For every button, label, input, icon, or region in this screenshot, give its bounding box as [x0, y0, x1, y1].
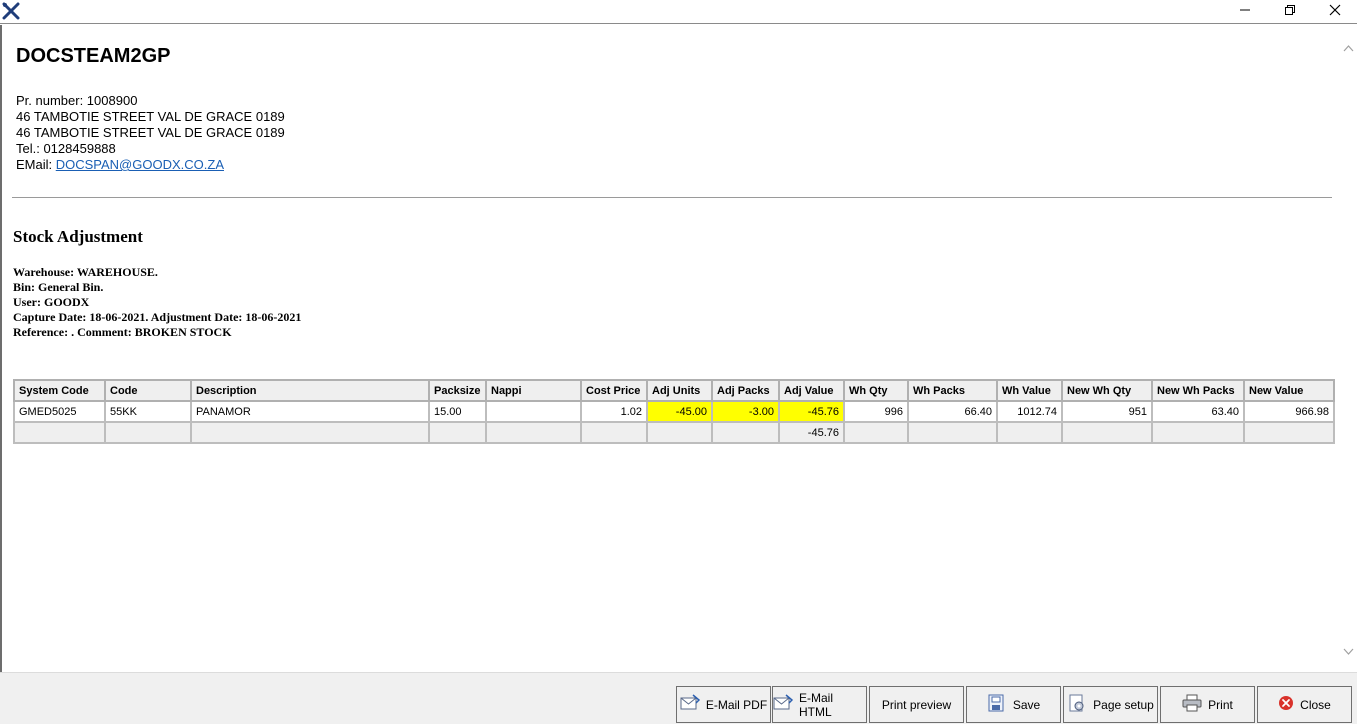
- bottom-toolbar: E-Mail PDF E-Mail HTML Print preview Sav…: [0, 672, 1357, 724]
- total-cell: [580, 421, 648, 444]
- table-cell: GMED5025: [13, 400, 106, 423]
- page-setup-icon: [1067, 694, 1087, 715]
- printer-icon: [1182, 694, 1202, 715]
- print-preview-button[interactable]: Print preview: [869, 686, 964, 723]
- table-cell: 966.98: [1243, 400, 1335, 423]
- table-totals-row: -45.76: [13, 421, 1335, 444]
- restore-icon: [1284, 3, 1296, 21]
- email-html-label: E-Mail HTML: [799, 690, 834, 719]
- total-cell: [190, 421, 430, 444]
- practice-number: Pr. number: 1008900: [16, 93, 138, 108]
- total-cell: [1243, 421, 1335, 444]
- table-cell: [485, 400, 582, 423]
- save-button[interactable]: Save: [966, 686, 1061, 723]
- total-cell: [996, 421, 1063, 444]
- table-cell: PANAMOR: [190, 400, 430, 423]
- print-preview-label: Print preview: [881, 697, 952, 712]
- total-cell: [104, 421, 192, 444]
- email-pdf-button[interactable]: E-Mail PDF: [676, 686, 771, 723]
- email-icon: [680, 694, 700, 715]
- address-line-2: 46 TAMBOTIE STREET VAL DE GRACE 0189: [16, 125, 285, 140]
- email-label: EMail:: [16, 157, 56, 172]
- table-header-row: System Code Code Description Packsize Na…: [13, 379, 1335, 402]
- col-header: Code: [104, 379, 192, 402]
- email-pdf-label: E-Mail PDF: [705, 697, 768, 712]
- page-setup-button[interactable]: Page setup: [1063, 686, 1158, 723]
- reference-info: Reference: . Comment: BROKEN STOCK: [13, 325, 232, 339]
- adjustment-table: System Code Code Description Packsize Na…: [13, 379, 1335, 444]
- col-header: New Value: [1243, 379, 1335, 402]
- email-html-button[interactable]: E-Mail HTML: [772, 686, 867, 723]
- col-header: Adj Value: [778, 379, 845, 402]
- user-info: User: GOODX: [13, 295, 90, 309]
- col-header: Description: [190, 379, 430, 402]
- col-header: Nappi: [485, 379, 582, 402]
- total-cell: [907, 421, 998, 444]
- table-cell-highlighted: -3.00: [711, 400, 780, 423]
- total-cell: [1061, 421, 1153, 444]
- report-title: Stock Adjustment: [13, 227, 143, 246]
- minimize-button[interactable]: [1222, 0, 1267, 23]
- col-header: Wh Qty: [843, 379, 909, 402]
- col-header: Packsize: [428, 379, 487, 402]
- col-header: New Wh Qty: [1061, 379, 1153, 402]
- col-header: System Code: [13, 379, 106, 402]
- close-button[interactable]: Close: [1257, 686, 1352, 723]
- page-setup-label: Page setup: [1093, 697, 1154, 712]
- header-divider: [12, 197, 1332, 198]
- table-row: GMED5025 55KK PANAMOR 15.00 1.02 -45.00 …: [13, 400, 1335, 423]
- close-label: Close: [1300, 697, 1331, 712]
- table-cell-highlighted: -45.00: [646, 400, 713, 423]
- table-cell: 996: [843, 400, 909, 423]
- save-icon: [987, 694, 1007, 715]
- col-header: New Wh Packs: [1151, 379, 1245, 402]
- col-header: Cost Price: [580, 379, 648, 402]
- table-cell: 15.00: [428, 400, 487, 423]
- total-cell: [428, 421, 487, 444]
- table-cell-highlighted: -45.76: [778, 400, 845, 423]
- crossed-tools-icon: [2, 2, 20, 20]
- chevron-up-icon[interactable]: [1343, 39, 1354, 57]
- table-cell: 63.40: [1151, 400, 1245, 423]
- print-button[interactable]: Print: [1160, 686, 1255, 723]
- email-icon: [773, 694, 794, 715]
- col-header: Adj Units: [646, 379, 713, 402]
- total-cell: [485, 421, 582, 444]
- close-circle-icon: [1278, 695, 1294, 714]
- total-cell: [711, 421, 780, 444]
- table-cell: 55KK: [104, 400, 192, 423]
- total-cell: [13, 421, 106, 444]
- total-cell: [646, 421, 713, 444]
- save-label: Save: [1012, 697, 1041, 712]
- col-header: Wh Packs: [907, 379, 998, 402]
- table-cell: 951: [1061, 400, 1153, 423]
- address-line-1: 46 TAMBOTIE STREET VAL DE GRACE 0189: [16, 109, 285, 124]
- col-header: Adj Packs: [711, 379, 780, 402]
- email-line: EMail: DOCSPAN@GOODX.CO.ZA: [16, 157, 224, 173]
- window-close-button[interactable]: [1312, 0, 1357, 23]
- email-link[interactable]: DOCSPAN@GOODX.CO.ZA: [56, 157, 224, 172]
- warehouse-info: Warehouse: WAREHOUSE.: [13, 265, 158, 279]
- table-cell: 66.40: [907, 400, 998, 423]
- print-label: Print: [1208, 697, 1233, 712]
- total-cell: [843, 421, 909, 444]
- telephone: Tel.: 0128459888: [16, 141, 116, 156]
- total-adj-value: -45.76: [778, 421, 845, 444]
- bin-info: Bin: General Bin.: [13, 280, 104, 294]
- company-name: DOCSTEAM2GP: [16, 45, 171, 67]
- restore-button[interactable]: [1267, 0, 1312, 23]
- chevron-down-icon[interactable]: [1343, 643, 1354, 661]
- table-cell: 1.02: [580, 400, 648, 423]
- minimize-icon: [1239, 3, 1251, 21]
- report-viewport[interactable]: DOCSTEAM2GP Pr. number: 1008900 46 TAMBO…: [0, 25, 1357, 672]
- col-header: Wh Value: [996, 379, 1063, 402]
- vertical-scrollbar[interactable]: [1340, 25, 1357, 672]
- title-bar: [0, 0, 1357, 24]
- close-icon: [1329, 3, 1341, 21]
- dates-info: Capture Date: 18-06-2021. Adjustment Dat…: [13, 310, 302, 324]
- table-cell: 1012.74: [996, 400, 1063, 423]
- total-cell: [1151, 421, 1245, 444]
